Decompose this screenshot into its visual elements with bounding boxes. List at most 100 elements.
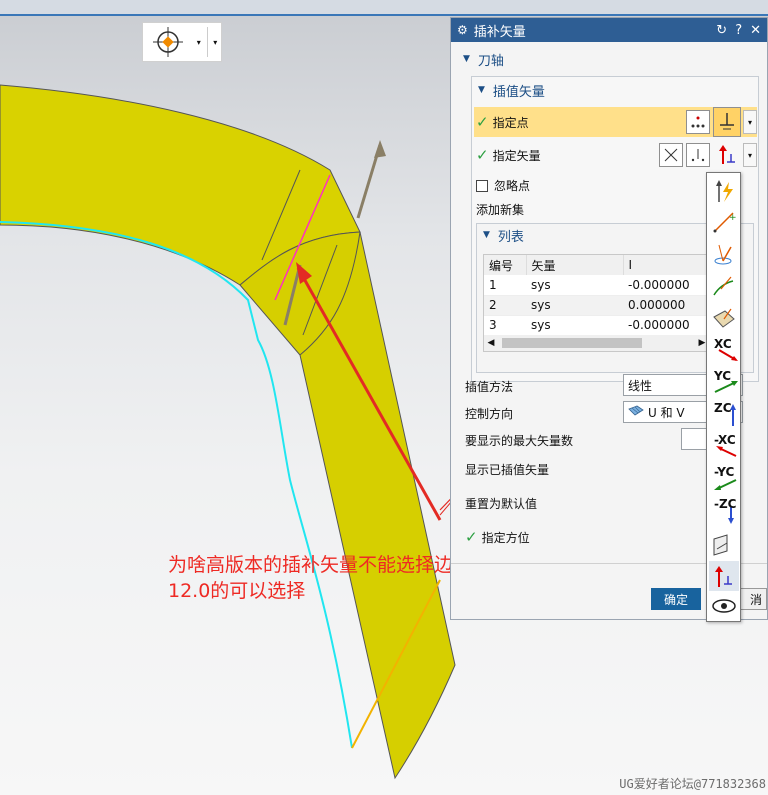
popup-item-face-normal[interactable] [709,303,739,333]
section-tool-axis[interactable]: ▼ 刀轴 [463,48,504,70]
cell: -0.000000 [623,315,707,336]
popup-item-zc[interactable]: ZC [709,399,739,429]
table-row[interactable]: 3 sys -0.000000 [484,315,707,336]
show-interp-row: 显示已插值矢量 [465,461,549,478]
inferred-vector-icon [716,180,733,202]
vector-type-popup: + XC YC ZC -XC -YC -ZC [706,172,741,622]
close-icon[interactable]: ✕ [750,23,761,38]
check-icon: ✓ [465,528,478,546]
scroll-thumb[interactable] [502,338,642,348]
show-interp-label: 显示已插值矢量 [465,463,550,477]
add-new-set-label: 添加新集 [476,203,525,217]
reverse-direction-button[interactable] [659,143,683,167]
specify-vector-row[interactable]: ✓ 指定矢量 ▾ [474,141,757,169]
col-header[interactable]: 编号 [484,255,527,275]
face-normal-icon [713,308,735,328]
cancel-label: 消 [749,592,762,607]
cell: 0.000000 [623,295,707,316]
vector-dots-icon [691,149,705,162]
section-label: 列表 [497,229,524,245]
gear-icon: ⚙ [457,23,468,37]
vector-table: 编号 矢量 I 1 sys -0.000000 2 sys 0.000000 3… [483,254,708,352]
collapse-icon: ▼ [478,85,485,95]
popup-item-xc[interactable]: XC [709,335,739,365]
zc-label: ZC [714,401,732,415]
ignore-point-label: 忽略点 [494,179,531,193]
inferred-vector-icon [719,145,735,164]
add-new-set-row: 添加新集 [476,201,524,218]
specify-point-label: 指定点 [492,115,529,130]
collapse-icon: ▼ [483,230,490,240]
svg-text:+: + [729,213,737,223]
popup-item-neg-xc[interactable]: -XC [709,431,739,461]
horizontal-scrollbar[interactable]: ◀ ▶ [484,335,707,351]
neg-xc-label: -XC [714,433,736,447]
popup-item-two-points[interactable]: + [709,207,739,237]
col-header[interactable]: 矢量 [526,255,624,275]
table-header: 编号 矢量 I [484,255,707,275]
point-type-dropdown[interactable]: ▾ [743,110,757,134]
popup-item-yc[interactable]: YC [709,367,739,397]
separator [206,27,208,57]
interp-method-label: 插值方法 [465,380,514,394]
reset-row: 重置为默认值 [465,495,537,512]
ignore-point-row[interactable]: 忽略点 [476,177,530,194]
control-dir-value: U 和 V [648,405,685,420]
cell: sys [526,315,623,336]
specify-point-row[interactable]: ✓ 指定点 ▾ [474,107,757,137]
cell: 1 [484,275,526,296]
curve-tangent-icon [713,276,734,296]
plane-normal-icon [713,534,728,556]
section-label: 插值矢量 [492,84,545,100]
toolbar-overflow[interactable]: ▾ [209,38,221,47]
help-icon[interactable]: ? [735,23,742,38]
two-points-icon: + [713,212,737,233]
eye-icon [712,599,736,613]
popup-item-inferred-selected[interactable] [709,561,739,591]
inferred-vector-button[interactable] [713,142,741,168]
popup-item-inferred[interactable] [709,176,739,206]
col-header[interactable]: I [623,255,707,275]
scroll-left-icon[interactable]: ◀ [484,338,498,348]
vector-type-dropdown[interactable]: ▾ [743,143,757,167]
popup-item-angle[interactable] [709,239,739,269]
popup-item-view[interactable] [709,591,739,621]
popup-item-plane-normal[interactable] [709,529,739,559]
cell: sys [526,295,623,316]
reverse-icon [664,148,678,162]
cell: 2 [484,295,526,316]
point-dialog-button[interactable] [686,110,710,134]
specify-orient-label: 指定方位 [481,530,530,545]
watermark: UG爱好者论坛@771832368 [619,777,766,791]
section-interp-vector[interactable]: ▼ 插值矢量 [478,79,545,101]
section-label: 刀轴 [477,53,504,69]
popup-item-curve-tangent[interactable] [709,271,739,301]
section-list[interactable]: ▼ 列表 [483,224,524,246]
inferred-point-button[interactable] [713,107,741,137]
angle-vector-icon [714,244,732,265]
popup-item-neg-yc[interactable]: -YC [709,463,739,493]
cell: -0.000000 [623,275,707,296]
table-row[interactable]: 2 sys 0.000000 [484,295,707,316]
control-dir-label: 控制方向 [465,407,514,421]
snap-toolbar: ▾ ▾ [142,22,222,62]
reset-icon[interactable]: ↻ [716,23,727,38]
max-vectors-label: 要显示的最大矢量数 [465,434,574,448]
ok-label: 确定 [663,592,688,607]
ok-button[interactable]: 确定 [651,588,701,610]
snap-dropdown[interactable]: ▾ [193,38,205,47]
cell: sys [526,275,623,296]
point-on-plane-icon [720,113,734,130]
popup-item-neg-zc[interactable]: -ZC [709,495,739,525]
ignore-point-checkbox[interactable] [476,179,488,192]
check-icon: ✓ [476,146,489,164]
interp-method-row: 插值方法 [465,378,513,395]
point-dots-icon [691,116,705,128]
table-row[interactable]: 1 sys -0.000000 [484,275,707,296]
specify-orient-row[interactable]: ✓ 指定方位 [465,528,530,546]
snap-point-button[interactable] [143,23,193,61]
control-dir-row: 控制方向 [465,405,513,422]
uv-surface-icon [628,405,644,416]
max-vectors-row: 要显示的最大矢量数 [465,432,573,449]
vector-dialog-button[interactable] [686,143,710,167]
